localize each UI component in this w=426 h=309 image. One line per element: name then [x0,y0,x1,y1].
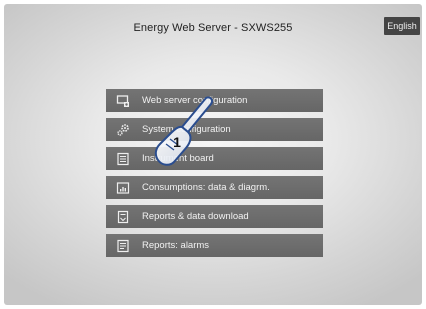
chart-icon [116,181,130,195]
menu-item-instrument-board[interactable]: Instrument board [106,147,323,170]
monitor-config-icon [116,94,130,108]
menu-item-consumptions[interactable]: Consumptions: data & diagrm. [106,176,323,199]
page-title: Energy Web Server - SXWS255 [133,22,293,34]
menu-item-reports-data-download[interactable]: Reports & data download [106,205,323,228]
step-number-badge: 1 [173,134,181,150]
report-alarms-icon [116,239,130,253]
gears-icon [116,123,130,137]
menu-item-label: Web server configuration [142,95,248,106]
menu-item-label: Consumptions: data & diagrm. [142,182,270,193]
menu-item-label: Reports: alarms [142,240,210,251]
report-download-icon [116,210,130,224]
menu-item-web-server-configuration[interactable]: Web server configuration [106,89,323,112]
instrument-board-icon [116,152,130,166]
language-button[interactable]: English [384,17,420,35]
menu-item-system-configuration[interactable]: System configuration [106,118,323,141]
menu-item-label: Reports & data download [142,211,249,222]
menu-item-reports-alarms[interactable]: Reports: alarms [106,234,323,257]
menu-item-label: Instrument board [142,153,214,164]
main-menu: Web server configuration System configur… [106,89,323,263]
web-server-screen: Energy Web Server - SXWS255 English Web … [4,4,422,305]
